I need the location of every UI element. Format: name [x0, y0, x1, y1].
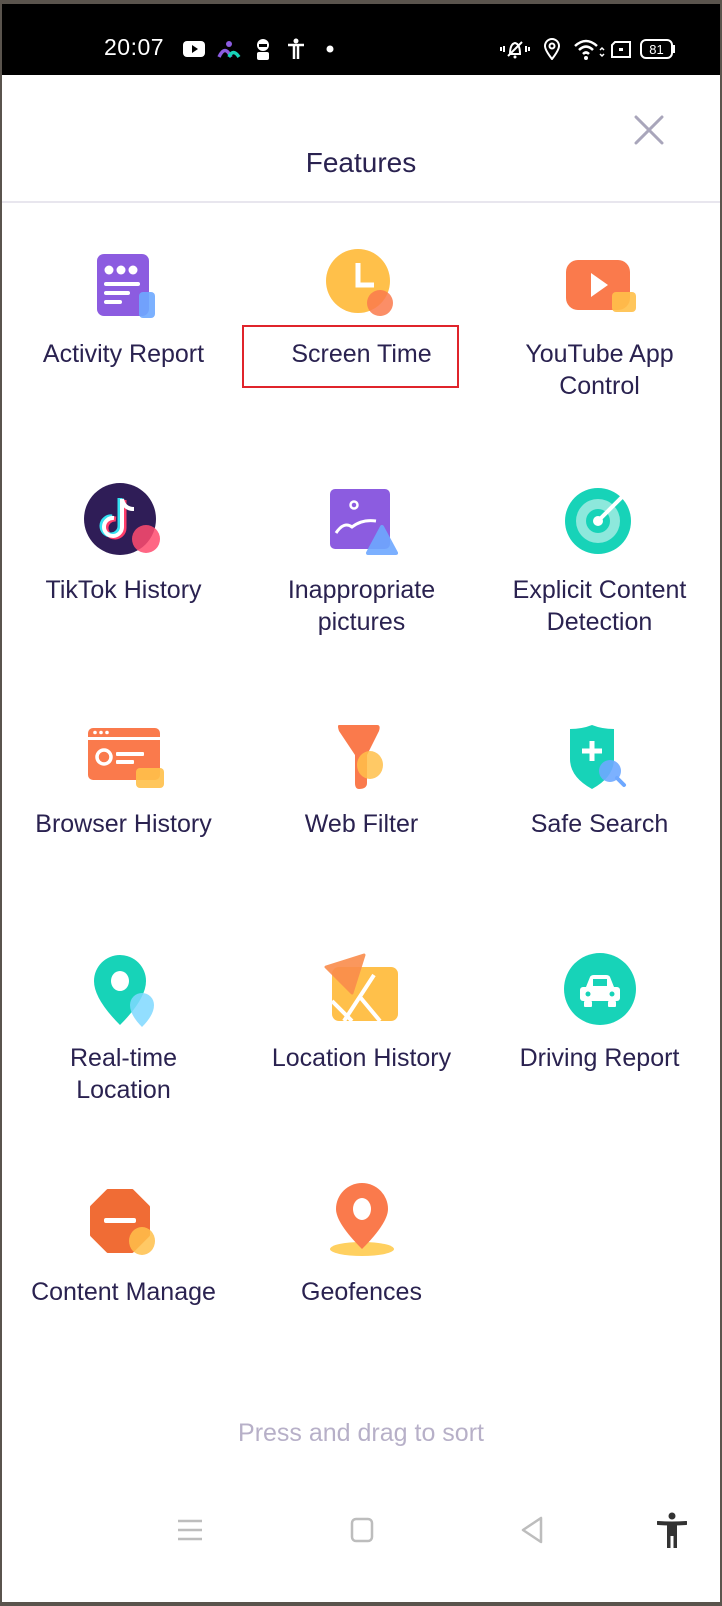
screenshot-icon [610, 38, 632, 60]
feature-driving-report[interactable]: Driving Report [480, 944, 719, 1074]
page-title: Features [305, 147, 417, 178]
feature-label: Screen Time [291, 340, 432, 368]
status-time: 20:07 [104, 34, 165, 60]
battery-level: 81 [649, 42, 663, 57]
car-icon [555, 944, 645, 1034]
radar-icon [555, 476, 645, 566]
geofence-pin-icon [317, 1178, 407, 1268]
feature-label: Browser History [35, 810, 212, 838]
block-sign-icon [79, 1178, 169, 1268]
feature-label: Driving Report [519, 1044, 680, 1072]
family-app-icon [216, 38, 242, 60]
clock-icon [317, 240, 407, 330]
location-icon [542, 38, 562, 60]
browser-icon [79, 710, 169, 800]
feature-label: TikTok History [45, 576, 202, 604]
feature-youtube-app-control[interactable]: YouTube App Control [480, 240, 719, 402]
feature-tiktok-history[interactable]: TikTok History [4, 476, 243, 606]
feature-label: Real-time Location [70, 1044, 177, 1104]
recents-button[interactable] [170, 1512, 210, 1548]
feature-label: Location History [271, 1044, 452, 1072]
shield-search-icon [555, 710, 645, 800]
header: Features [2, 75, 720, 203]
feature-geofences[interactable]: Geofences [242, 1178, 481, 1308]
feature-real-time-location[interactable]: Real-time Location [4, 944, 243, 1106]
feature-inappropriate-pictures[interactable]: Inappropriate pictures [242, 476, 481, 638]
map-history-icon [317, 944, 407, 1034]
feature-safe-search[interactable]: Safe Search [480, 710, 719, 840]
accessibility-icon [657, 1512, 687, 1548]
feature-label: Content Manage [31, 1278, 216, 1306]
close-button[interactable] [632, 113, 666, 147]
feature-web-filter[interactable]: Web Filter [242, 710, 481, 840]
recents-menu-icon [178, 1519, 202, 1541]
accessibility-button[interactable] [652, 1512, 692, 1548]
feature-location-history[interactable]: Location History [242, 944, 481, 1074]
home-square-icon [350, 1517, 374, 1543]
accessibility-icon [286, 38, 306, 60]
vibrate-muted-icon [500, 38, 530, 60]
avatar-icon [252, 38, 274, 60]
home-button[interactable] [342, 1512, 382, 1548]
wifi-icon [572, 38, 606, 60]
feature-content-manage[interactable]: Content Manage [4, 1178, 243, 1308]
youtube-icon [182, 38, 206, 60]
feature-label: Activity Report [42, 340, 205, 368]
picture-icon [317, 476, 407, 566]
feature-browser-history[interactable]: Browser History [4, 710, 243, 840]
navigation-bar [2, 1494, 720, 1564]
activity-report-icon [79, 240, 169, 330]
filter-funnel-icon [317, 710, 407, 800]
feature-activity-report[interactable]: Activity Report [4, 240, 243, 370]
sort-hint: Press and drag to sort [238, 1419, 484, 1447]
feature-explicit-content-detection[interactable]: Explicit Content Detection [480, 476, 719, 638]
feature-label: Web Filter [304, 810, 419, 838]
feature-screen-time[interactable]: Screen Time [242, 240, 481, 370]
screen: 20:07 81 Features Activity Report Screen… [2, 4, 720, 1602]
feature-label: Geofences [301, 1278, 422, 1306]
status-bar: 20:07 81 [2, 4, 720, 75]
dot-icon [324, 38, 336, 60]
youtube-play-icon [555, 240, 645, 330]
close-icon [634, 115, 664, 145]
feature-label: YouTube App Control [525, 340, 674, 400]
back-button[interactable] [512, 1512, 552, 1548]
battery-icon: 81 [640, 38, 676, 60]
location-pin-icon [79, 944, 169, 1034]
feature-label: Explicit Content Detection [512, 576, 687, 636]
feature-label: Inappropriate pictures [287, 576, 436, 636]
tiktok-icon [79, 476, 169, 566]
back-triangle-icon [521, 1516, 543, 1544]
feature-label: Safe Search [530, 810, 669, 838]
